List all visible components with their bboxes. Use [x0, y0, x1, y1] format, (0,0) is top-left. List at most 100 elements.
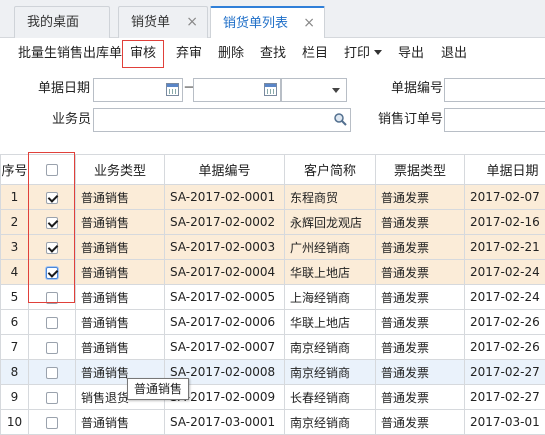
abandon-audit-button[interactable]: 弃审 [176, 40, 202, 68]
cell-date[interactable]: 2017-02-16 [465, 210, 545, 235]
table-row[interactable]: 4普通销售SA-2017-02-0004华联上地店普通发票2017-02-24 [1, 260, 545, 285]
cell-bill-no[interactable]: SA-2017-02-0007 [165, 335, 285, 360]
col-header-type[interactable]: 业务类型 [76, 155, 165, 185]
row-checkbox[interactable] [46, 342, 58, 354]
date-to-input[interactable] [193, 78, 281, 102]
calendar-icon[interactable] [264, 83, 277, 96]
table-row[interactable]: 3普通销售SA-2017-02-0003广州经销商普通发票2017-02-21 [1, 235, 545, 260]
cell-bill-no[interactable]: SA-2017-03-0001 [165, 410, 285, 435]
table-row[interactable]: 6普通销售SA-2017-02-0006华联上地店普通发票2017-02-26 [1, 310, 545, 335]
row-select[interactable] [29, 310, 76, 335]
cell-invoice-type[interactable]: 普通发票 [376, 385, 465, 410]
exit-button[interactable]: 退出 [441, 40, 467, 68]
find-button[interactable]: 查找 [260, 40, 286, 68]
cell-customer[interactable]: 东程商贸 [285, 185, 376, 210]
cell-customer[interactable]: 南京经销商 [285, 410, 376, 435]
order-no-input[interactable] [444, 108, 545, 132]
cell-date[interactable]: 2017-02-24 [465, 260, 545, 285]
cell-bill-no[interactable]: SA-2017-02-0003 [165, 235, 285, 260]
table-row[interactable]: 9销售退货SA-2017-02-0009长春经销商普通发票2017-02-27 [1, 385, 545, 410]
table-row[interactable]: 8普通销售SA-2017-02-0008南京经销商普通发票2017-02-27 [1, 360, 545, 385]
row-index[interactable]: 2 [1, 210, 29, 235]
cell-business-type[interactable]: 普通销售 [76, 335, 165, 360]
cell-business-type[interactable]: 普通销售 [76, 210, 165, 235]
cell-invoice-type[interactable]: 普通发票 [376, 260, 465, 285]
row-index[interactable]: 6 [1, 310, 29, 335]
table-row[interactable]: 5 普通销售SA-2017-02-0005上海经销商普通发票2017-02-24 [1, 285, 545, 310]
cell-invoice-type[interactable]: 普通发票 [376, 185, 465, 210]
cell-customer[interactable]: 长春经销商 [285, 385, 376, 410]
delete-button[interactable]: 删除 [218, 40, 244, 68]
cell-date[interactable]: 2017-02-24 [465, 285, 545, 310]
cell-invoice-type[interactable]: 普通发票 [376, 285, 465, 310]
row-select[interactable] [29, 360, 76, 385]
row-index[interactable]: 1 [1, 185, 29, 210]
cell-customer[interactable]: 南京经销商 [285, 360, 376, 385]
row-index[interactable]: 7 [1, 335, 29, 360]
cell-invoice-type[interactable]: 普通发票 [376, 210, 465, 235]
row-index[interactable]: 3 [1, 235, 29, 260]
row-checkbox[interactable] [46, 317, 58, 329]
row-index[interactable]: 5 [1, 285, 29, 310]
cell-bill-no[interactable]: SA-2017-02-0005 [165, 285, 285, 310]
cell-business-type[interactable]: 普通销售 [76, 310, 165, 335]
cell-bill-no[interactable]: SA-2017-02-0006 [165, 310, 285, 335]
row-select[interactable] [29, 335, 76, 360]
row-index[interactable]: 10 [1, 410, 29, 435]
tab-sales-bill[interactable]: 销货单 × [118, 6, 208, 38]
cell-bill-no[interactable]: SA-2017-02-0001 [165, 185, 285, 210]
cell-date[interactable]: 2017-02-27 [465, 385, 545, 410]
date-range-select[interactable] [281, 78, 347, 102]
table-row[interactable]: 1 普通销售SA-2017-02-0001东程商贸普通发票2017-02-07 [1, 185, 545, 210]
search-icon[interactable] [333, 112, 347, 126]
audit-button[interactable]: 审核 [122, 40, 164, 68]
cell-customer[interactable]: 广州经销商 [285, 235, 376, 260]
row-checkbox[interactable] [46, 417, 58, 429]
row-checkbox[interactable] [46, 367, 58, 379]
cell-date[interactable]: 2017-02-07 [465, 185, 545, 210]
tab-desktop[interactable]: 我的桌面 [14, 6, 110, 38]
cell-invoice-type[interactable]: 普通发票 [376, 335, 465, 360]
col-header-bill-no[interactable]: 单据编号 [165, 155, 285, 185]
cell-business-type[interactable]: 普通销售 [76, 285, 165, 310]
cell-business-type[interactable]: 普通销售 [76, 410, 165, 435]
cell-invoice-type[interactable]: 普通发票 [376, 360, 465, 385]
cell-customer[interactable]: 上海经销商 [285, 285, 376, 310]
calendar-icon[interactable] [166, 83, 179, 96]
columns-button[interactable]: 栏目 [302, 40, 328, 68]
cell-business-type[interactable]: 普通销售 [76, 260, 165, 285]
col-header-invoice-type[interactable]: 票据类型 [376, 155, 465, 185]
bill-no-input[interactable] [444, 78, 545, 102]
row-select[interactable] [29, 410, 76, 435]
row-index[interactable]: 9 [1, 385, 29, 410]
cell-date[interactable]: 2017-03-01 [465, 410, 545, 435]
cell-date[interactable]: 2017-02-27 [465, 360, 545, 385]
table-row[interactable]: 10 普通销售SA-2017-03-0001南京经销商普通发票2017-03-01 [1, 410, 545, 435]
cell-date[interactable]: 2017-02-21 [465, 235, 545, 260]
row-index[interactable]: 8 [1, 360, 29, 385]
salesman-input[interactable] [93, 108, 351, 132]
row-select[interactable] [29, 385, 76, 410]
col-header-date[interactable]: 单据日期 [465, 155, 545, 185]
table-row[interactable]: 7 普通销售SA-2017-02-0007南京经销商普通发票2017-02-26 [1, 335, 545, 360]
cell-bill-no[interactable]: SA-2017-02-0002 [165, 210, 285, 235]
print-button[interactable]: 打印 [344, 40, 382, 68]
table-row[interactable]: 2 普通销售SA-2017-02-0002永辉回龙观店普通发票2017-02-16 [1, 210, 545, 235]
cell-date[interactable]: 2017-02-26 [465, 335, 545, 360]
cell-customer[interactable]: 华联上地店 [285, 260, 376, 285]
export-button[interactable]: 导出 [398, 40, 424, 68]
close-icon[interactable]: × [186, 7, 198, 38]
row-checkbox[interactable] [46, 392, 58, 404]
cell-customer[interactable]: 华联上地店 [285, 310, 376, 335]
cell-invoice-type[interactable]: 普通发票 [376, 410, 465, 435]
cell-customer[interactable]: 南京经销商 [285, 335, 376, 360]
tab-sales-bill-list[interactable]: 销货单列表 × [210, 6, 325, 39]
cell-date[interactable]: 2017-02-26 [465, 310, 545, 335]
close-icon[interactable]: × [303, 8, 315, 39]
cell-business-type[interactable]: 普通销售 [76, 235, 165, 260]
date-from-input[interactable] [93, 78, 183, 102]
cell-business-type[interactable]: 普通销售 [76, 185, 165, 210]
cell-customer[interactable]: 永辉回龙观店 [285, 210, 376, 235]
col-header-customer[interactable]: 客户简称 [285, 155, 376, 185]
cell-bill-no[interactable]: SA-2017-02-0004 [165, 260, 285, 285]
